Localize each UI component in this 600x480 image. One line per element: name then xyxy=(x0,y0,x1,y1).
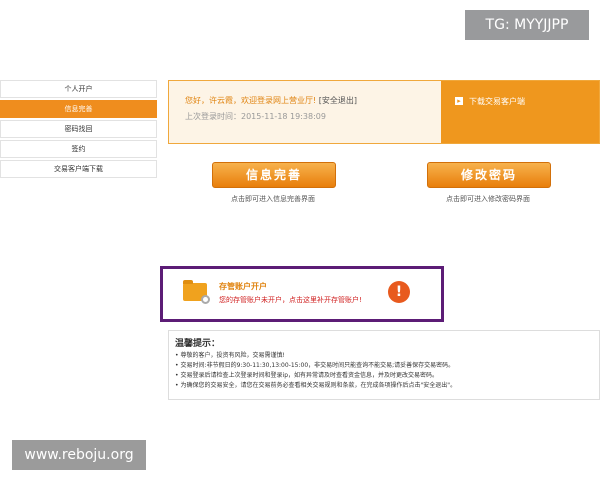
watermark-bottom: www.reboju.org xyxy=(12,440,146,470)
tip-item: 交易时间:非节假日的9:30-11:30,13:00-15:00，非交易时间只能… xyxy=(175,361,456,371)
last-login: 上次登录时间：2015-11-18 19:38:09 xyxy=(185,111,326,122)
folder-icon xyxy=(183,280,210,304)
change-password-desc: 点击即可进入修改密码界面 xyxy=(446,195,530,203)
alert-icon: ! xyxy=(388,281,410,303)
tips-box: 温馨提示： 尊敬的客户，投资有风险，交易需谨慎! 交易时间:非节假日的9:30-… xyxy=(168,330,600,400)
greeting-line: 您好，许云霞，欢迎登录网上营业厅! [安全退出] xyxy=(185,95,357,106)
tip-item: 为确保您的交易安全，请您在交易前务必查看相关交易规则和条款，在完成各项操作后点击… xyxy=(175,381,457,391)
tips-list: 尊敬的客户，投资有风险，交易需谨慎! 交易时间:非节假日的9:30-11:30,… xyxy=(175,351,457,391)
sidebar-item-open-account[interactable]: 个人开户 xyxy=(0,80,157,98)
download-panel: ▸ 下载交易客户端 xyxy=(441,81,599,143)
watermark-top: TG: MYYJJPP xyxy=(465,10,589,40)
tips-heading: 温馨提示： xyxy=(175,339,221,349)
greeting-text: 您好，许云霞，欢迎登录网上营业厅! xyxy=(185,96,317,105)
change-password-button[interactable]: 修改密码 xyxy=(427,162,551,188)
custody-title: 存管账户开户 xyxy=(219,282,267,291)
sidebar-nav: 个人开户 信息完善 密码找回 签约 交易客户端下载 xyxy=(0,80,157,180)
welcome-panel: 您好，许云霞，欢迎登录网上营业厅! [安全退出] 上次登录时间：2015-11-… xyxy=(168,80,600,144)
sidebar-item-info-complete[interactable]: 信息完善 xyxy=(0,100,157,118)
arrow-right-icon: ▸ xyxy=(455,97,463,105)
info-complete-desc: 点击即可进入信息完善界面 xyxy=(231,195,315,203)
download-client-link[interactable]: 下载交易客户端 xyxy=(469,96,525,107)
sidebar-item-sign[interactable]: 签约 xyxy=(0,140,157,158)
gear-icon xyxy=(201,295,210,304)
sidebar-item-password-recovery[interactable]: 密码找回 xyxy=(0,120,157,138)
logout-link[interactable]: [安全退出] xyxy=(319,96,357,105)
info-complete-button[interactable]: 信息完善 xyxy=(212,162,336,188)
custody-open-link[interactable]: 您的存管账户未开户，点击这里补开存管账户! xyxy=(219,295,362,305)
custody-account-box[interactable]: 存管账户开户 您的存管账户未开户，点击这里补开存管账户! ! xyxy=(160,266,444,322)
last-login-time: 2015-11-18 19:38:09 xyxy=(241,112,326,121)
tip-item: 尊敬的客户，投资有风险，交易需谨慎! xyxy=(175,351,456,361)
last-login-label: 上次登录时间： xyxy=(185,112,241,121)
tip-item: 交易登录后请检查上次登录时间和登录ip，如有异常请及时查看资金信息，并及时更改交… xyxy=(175,371,456,381)
sidebar-item-client-download[interactable]: 交易客户端下载 xyxy=(0,160,157,178)
